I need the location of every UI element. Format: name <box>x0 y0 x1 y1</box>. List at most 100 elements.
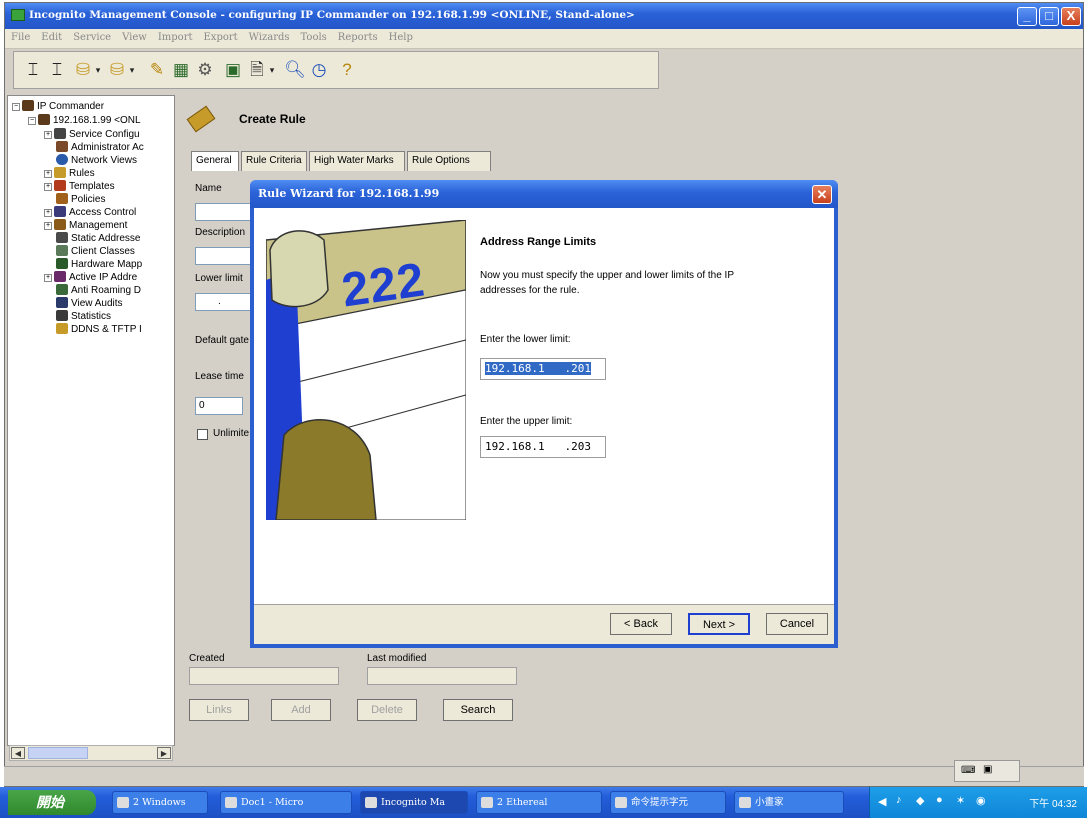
connect-icon[interactable]: ⌶ <box>22 59 44 81</box>
last-modified-field <box>367 667 517 685</box>
tree-item-active-ip[interactable]: + Active IP Addre <box>44 271 137 283</box>
next-button[interactable]: Next > <box>688 613 750 635</box>
tree-item-anti-roaming[interactable]: Anti Roaming D <box>56 284 141 296</box>
lease-time-field[interactable]: 0 <box>195 397 243 415</box>
report-icon[interactable]: ▣ <box>222 59 244 81</box>
clock-icon[interactable]: ◷ <box>308 59 330 81</box>
links-button[interactable]: Links <box>189 699 249 721</box>
tray-status-icon[interactable]: ● <box>936 794 943 806</box>
menu-file[interactable]: File <box>5 29 35 43</box>
tree-item-administrator[interactable]: Administrator Ac <box>56 141 144 153</box>
tools-icon[interactable]: ⚙ <box>194 59 216 81</box>
menu-service[interactable]: Service <box>67 29 116 43</box>
tree-server[interactable]: −192.168.1.99 <ONL <box>28 114 141 126</box>
open-folder-icon[interactable]: ⛁ <box>72 59 94 81</box>
tree-item-network-views[interactable]: Network Views <box>56 154 137 166</box>
tray-security-icon[interactable]: ◉ <box>976 794 986 807</box>
toolbar: ⌶ ⌶ ⛁ ▾ ⛁ ▾ ✎ ▦ ⚙ ▣ 🗎 ▾ 🔍︎ ◷ ? <box>13 51 659 89</box>
title-bar[interactable]: Incognito Management Console - configuri… <box>5 3 1083 29</box>
scroll-left-icon[interactable]: ◀ <box>11 747 25 759</box>
disconnect-icon[interactable]: ⌶ <box>46 59 68 81</box>
menu-tools[interactable]: Tools <box>295 29 332 43</box>
menu-view[interactable]: View <box>116 29 152 43</box>
expand-icon[interactable]: + <box>44 170 52 178</box>
tree-item-ddns-tftp[interactable]: DDNS & TFTP I <box>56 323 142 335</box>
description-label: Description <box>195 227 246 238</box>
add-button[interactable]: Add <box>271 699 331 721</box>
ime-icon[interactable]: ▣ <box>983 764 992 775</box>
close-button[interactable]: X <box>1061 7 1081 26</box>
taskbar-word[interactable]: Doc1 - Micro <box>220 791 352 814</box>
save-dropdown-icon[interactable]: ▾ <box>128 59 136 81</box>
tab-rule-criteria[interactable]: Rule Criteria <box>241 151 307 171</box>
taskbar-paint[interactable]: 小畫家 <box>734 791 844 814</box>
tree-item-static-addresses[interactable]: Static Addresse <box>56 232 140 244</box>
collapse-icon[interactable]: − <box>28 117 36 125</box>
dialog-body: 222 Address Range Limits Now you must sp… <box>254 208 834 644</box>
menu-help[interactable]: Help <box>383 29 418 43</box>
clock[interactable]: 下午 04:32 <box>1029 795 1077 810</box>
expand-icon[interactable]: + <box>44 274 52 282</box>
keyboard-icon[interactable]: ⌨ <box>961 765 975 776</box>
unlimited-checkbox[interactable] <box>197 429 208 440</box>
search-icon[interactable]: 🔍︎ <box>284 59 306 81</box>
cancel-button[interactable]: Cancel <box>766 613 828 635</box>
tray-volume-icon[interactable]: ♪ <box>896 794 902 806</box>
dialog-close-icon[interactable]: ✕ <box>812 185 832 204</box>
dialog-title-bar[interactable]: Rule Wizard for 192.168.1.99 ✕ <box>250 180 838 208</box>
expand-icon[interactable]: + <box>44 222 52 230</box>
help-icon[interactable]: ? <box>336 59 358 81</box>
taskbar-incognito[interactable]: Incognito Ma <box>360 791 468 814</box>
tree-item-service-config[interactable]: + Service Configu <box>44 128 140 140</box>
search-button[interactable]: Search <box>443 699 513 721</box>
save-folder-icon[interactable]: ⛁ <box>106 59 128 81</box>
document-dropdown-icon[interactable]: ▾ <box>268 59 276 81</box>
dialog-description: Now you must specify the upper and lower… <box>480 270 734 296</box>
tree-item-rules[interactable]: + Rules <box>44 167 95 179</box>
taskbar-windows[interactable]: 2 Windows <box>112 791 208 814</box>
grid-icon[interactable]: ▦ <box>170 59 192 81</box>
rule-icon[interactable]: ✎ <box>146 59 168 81</box>
menu-edit[interactable]: Edit <box>35 29 67 43</box>
menu-wizards[interactable]: Wizards <box>243 29 295 43</box>
start-button[interactable]: 開始 <box>8 790 96 815</box>
tray-network-icon[interactable]: ◀ <box>878 795 886 808</box>
scroll-thumb[interactable] <box>28 747 88 759</box>
expand-icon[interactable]: + <box>44 209 52 217</box>
menu-export[interactable]: Export <box>198 29 243 43</box>
document-icon[interactable]: 🗎 <box>246 59 268 81</box>
window-title: Incognito Management Console - configuri… <box>29 9 635 21</box>
tree-item-templates[interactable]: + Templates <box>44 180 115 192</box>
tab-general[interactable]: General <box>191 151 239 171</box>
minimize-button[interactable]: _ <box>1017 7 1037 26</box>
tree-item-hardware-mapping[interactable]: Hardware Mapp <box>56 258 142 270</box>
tree-item-access-control[interactable]: + Access Control <box>44 206 136 218</box>
taskbar-ethereal[interactable]: 2 Ethereal <box>476 791 602 814</box>
menu-import[interactable]: Import <box>152 29 198 43</box>
open-dropdown-icon[interactable]: ▾ <box>94 59 102 81</box>
tab-high-water-marks[interactable]: High Water Marks <box>309 151 405 171</box>
taskbar-command-prompt[interactable]: 命令提示字元 <box>610 791 726 814</box>
back-button[interactable]: < Back <box>610 613 672 635</box>
collapse-icon[interactable]: − <box>12 103 20 111</box>
language-bar[interactable]: ⌨ ▣ <box>954 760 1020 782</box>
tab-rule-options[interactable]: Rule Options <box>407 151 491 171</box>
tree-item-management[interactable]: + Management <box>44 219 127 231</box>
tray-update-icon[interactable]: ✶ <box>956 794 965 807</box>
tree-item-policies[interactable]: Policies <box>56 193 105 205</box>
tree-item-view-audits[interactable]: View Audits <box>56 297 123 309</box>
tree-horizontal-scrollbar[interactable]: ◀ ▶ <box>9 745 173 761</box>
expand-icon[interactable]: + <box>44 183 52 191</box>
lower-limit-input[interactable]: 192.168.1 .201 <box>480 358 606 380</box>
expand-icon[interactable]: + <box>44 131 52 139</box>
tray-app-icon[interactable]: ◆ <box>916 794 924 807</box>
maximize-button[interactable]: □ <box>1039 7 1059 26</box>
upper-limit-input[interactable]: 192.168.1 .203 <box>480 436 606 458</box>
delete-button[interactable]: Delete <box>357 699 417 721</box>
tree-item-client-classes[interactable]: Client Classes <box>56 245 135 257</box>
tree-item-statistics[interactable]: Statistics <box>56 310 111 322</box>
tree-root[interactable]: − IP Commander <box>12 100 104 112</box>
scroll-right-icon[interactable]: ▶ <box>157 747 171 759</box>
lease-time-label: Lease time <box>195 371 244 382</box>
menu-reports[interactable]: Reports <box>332 29 383 43</box>
